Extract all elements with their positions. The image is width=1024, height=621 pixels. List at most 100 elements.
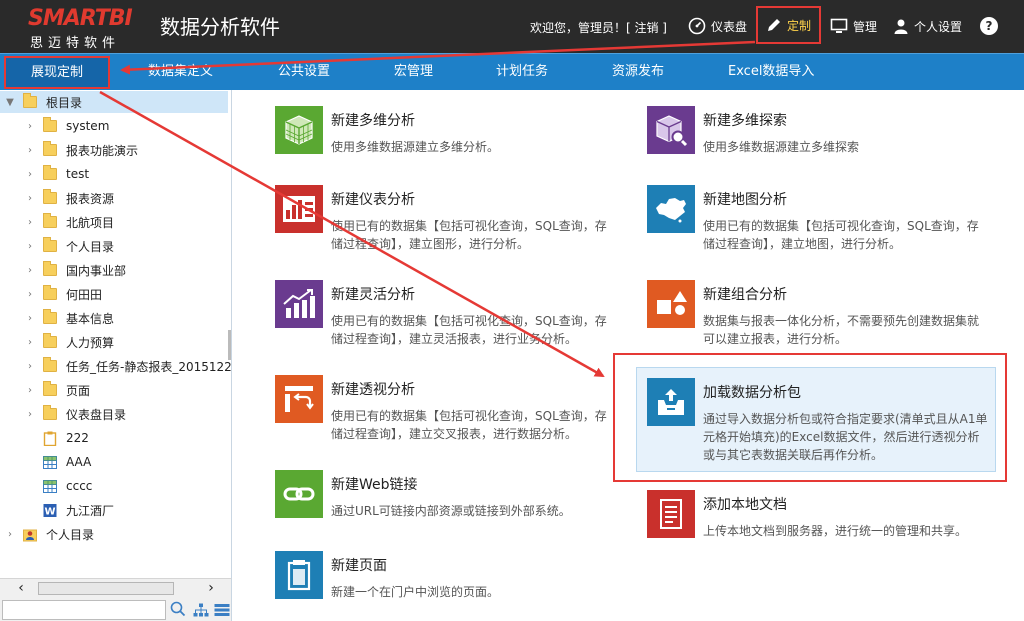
card-desc: 数据集与报表一体化分析，不需要预先创建数据集就可以建立报表，进行分析。: [703, 314, 980, 346]
tree-structure-icon[interactable]: [193, 603, 209, 617]
chevron-right-icon[interactable]: ›: [25, 409, 35, 420]
chevron-right-icon[interactable]: ›: [5, 529, 15, 540]
custom-button[interactable]: 定制: [756, 6, 821, 44]
card-load-data-package[interactable]: 加载数据分析包 通过导入数据分析包或符合指定要求(清单式且从A1单元格开始填充)…: [636, 367, 996, 472]
tree-item[interactable]: › 北航项目: [25, 211, 114, 233]
tree-item[interactable]: AAA: [43, 451, 91, 473]
tree-item[interactable]: › 何田田: [25, 283, 102, 305]
chevron-right-icon[interactable]: ›: [25, 265, 35, 276]
card-new-web-link[interactable]: 新建Web链接 通过URL可链接内部资源或链接到外部系统。: [275, 470, 615, 550]
tree-item-label: 222: [66, 431, 89, 445]
tree-item[interactable]: › 仪表盘目录: [25, 403, 126, 425]
tree-item[interactable]: › 基本信息: [25, 307, 114, 329]
tree-item[interactable]: W 九江酒厂: [43, 499, 114, 521]
folder-icon: [43, 381, 57, 396]
tree-item-label: AAA: [66, 455, 92, 469]
card-title: 新建透视分析: [331, 382, 415, 398]
scroll-left-icon[interactable]: ‹: [12, 580, 30, 596]
folder-icon: [43, 189, 57, 204]
nav-display-custom[interactable]: 展现定制: [4, 56, 110, 89]
tree-footer: ‹ ›: [0, 578, 232, 621]
tree-item[interactable]: 222: [43, 427, 89, 449]
grid-report-icon: [43, 479, 57, 493]
scroll-thumb[interactable]: [38, 582, 174, 595]
tree-item[interactable]: › 任务_任务-静态报表_20151226: [25, 355, 232, 377]
chevron-right-icon[interactable]: ›: [25, 289, 35, 300]
clipboard-icon: [43, 431, 57, 446]
dashboard-chart-icon: [275, 185, 323, 233]
tree-item-label: 何田田: [66, 287, 103, 302]
card-new-flex-analysis[interactable]: 新建灵活分析 使用已有的数据集【包括可视化查询，SQL查询，存储过程查询】，建立…: [275, 280, 615, 360]
card-new-olap-explore[interactable]: 新建多维探索 使用多维数据源建立多维探索: [647, 106, 987, 186]
top-header: SMARTBI 思迈特软件 数据分析软件 欢迎您，管理员！[ 注销 ] 仪表盘 …: [0, 0, 1024, 53]
tree-item[interactable]: › 页面: [25, 379, 90, 401]
chevron-right-icon[interactable]: ›: [25, 217, 35, 228]
logo-mark: SMARTBI: [28, 6, 133, 31]
card-title: 新建多维分析: [331, 113, 415, 129]
chevron-right-icon[interactable]: ›: [25, 145, 35, 156]
card-new-olap[interactable]: 新建多维分析 使用多维数据源建立多维分析。: [275, 106, 615, 186]
tree-item-label: 仪表盘目录: [66, 407, 127, 422]
list-view-icon[interactable]: [214, 603, 230, 617]
nav-excel-import[interactable]: Excel数据导入: [728, 54, 814, 90]
resource-tree: ▼ 根目录 › system › 报表功能演示 › test › 报表资源 › 北航项目 …: [0, 90, 232, 578]
nav-scheduled-tasks[interactable]: 计划任务: [496, 54, 548, 90]
tree-item[interactable]: › 国内事业部: [25, 259, 126, 281]
card-title: 新建组合分析: [703, 287, 787, 303]
card-new-combined-analysis[interactable]: 新建组合分析 数据集与报表一体化分析，不需要预先创建数据集就可以建立报表，进行分…: [647, 280, 987, 360]
card-add-local-document[interactable]: 添加本地文档 上传本地文档到服务器，进行统一的管理和共享。: [647, 490, 987, 570]
manage-button[interactable]: 管理: [830, 10, 877, 42]
tree-search-input[interactable]: [2, 600, 166, 620]
pivot-icon: [275, 375, 323, 423]
china-map-icon: [647, 185, 695, 233]
chevron-right-icon[interactable]: ›: [25, 241, 35, 252]
tree-scrollbar[interactable]: [228, 330, 231, 360]
chevron-right-icon[interactable]: ›: [25, 361, 35, 372]
tree-item-label: 任务_任务-静态报表_20151226: [66, 359, 232, 374]
card-title: 新建灵活分析: [331, 287, 415, 303]
chevron-right-icon[interactable]: ›: [25, 169, 35, 180]
personal-settings-button[interactable]: 个人设置: [893, 10, 962, 42]
scroll-right-icon[interactable]: ›: [202, 580, 220, 596]
folder-icon: [23, 93, 37, 108]
tree-item-label: 基本信息: [66, 311, 115, 326]
tree-item[interactable]: › 报表资源: [25, 187, 114, 209]
card-new-dashboard[interactable]: 新建仪表分析 使用已有的数据集【包括可视化查询，SQL查询，存储过程查询】，建立…: [275, 185, 615, 265]
tree-root-label: 根目录: [46, 95, 83, 110]
chevron-right-icon[interactable]: ›: [25, 193, 35, 204]
nav-resource-publish[interactable]: 资源发布: [612, 54, 664, 90]
tree-item[interactable]: › 报表功能演示: [25, 139, 138, 161]
document-icon: [647, 490, 695, 538]
welcome-logout[interactable]: 欢迎您，管理员！[ 注销 ]: [530, 19, 667, 36]
chevron-right-icon[interactable]: ›: [25, 313, 35, 324]
help-button[interactable]: ?: [980, 10, 998, 42]
card-title: 新建多维探索: [703, 113, 787, 129]
manage-label: 管理: [853, 19, 878, 34]
tree-item[interactable]: › system: [25, 115, 109, 137]
nav-macro-manage[interactable]: 宏管理: [394, 54, 433, 90]
folder-icon: [43, 405, 57, 420]
tree-item[interactable]: › 人力预算: [25, 331, 114, 353]
dashboard-button[interactable]: 仪表盘: [688, 10, 747, 42]
nav-dataset-definition[interactable]: 数据集定义: [148, 54, 213, 90]
word-doc-icon: W: [43, 503, 57, 517]
tree-item-label: 人力预算: [66, 335, 115, 350]
chevron-right-icon[interactable]: ›: [25, 121, 35, 132]
card-new-map[interactable]: 新建地图分析 使用已有的数据集【包括可视化查询，SQL查询，存储过程查询】，建立…: [647, 185, 987, 265]
card-new-pivot-analysis[interactable]: 新建透视分析 使用已有的数据集【包括可视化查询，SQL查询，存储过程查询】，建立…: [275, 375, 615, 455]
chevron-right-icon[interactable]: ›: [25, 337, 35, 348]
tree-item[interactable]: cccc: [43, 475, 92, 497]
chevron-right-icon[interactable]: ›: [25, 385, 35, 396]
card-new-page[interactable]: 新建页面 新建一个在门户中浏览的页面。: [275, 551, 615, 621]
search-icon[interactable]: [170, 601, 186, 617]
main-nav: 展现定制 数据集定义 公共设置 宏管理 计划任务 资源发布 Excel数据导入: [0, 53, 1024, 90]
tree-personal-root[interactable]: › 个人目录: [5, 523, 94, 545]
tree-root[interactable]: ▼ 根目录: [0, 91, 228, 113]
folder-icon: [43, 117, 57, 132]
tree-item[interactable]: › test: [25, 163, 89, 185]
pencil-icon: [767, 19, 780, 31]
nav-public-settings[interactable]: 公共设置: [278, 54, 330, 90]
chevron-down-icon[interactable]: ▼: [5, 97, 15, 108]
tree-hscrollbar[interactable]: ‹ ›: [2, 579, 230, 597]
tree-item[interactable]: › 个人目录: [25, 235, 114, 257]
